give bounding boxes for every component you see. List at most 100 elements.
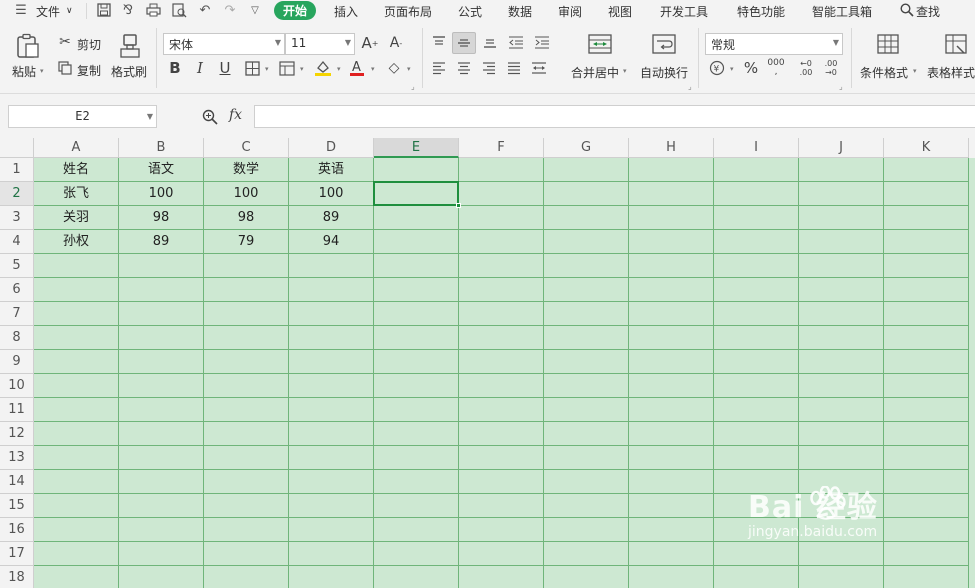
cell-b8[interactable] — [119, 326, 204, 350]
align-center-icon[interactable] — [455, 59, 473, 77]
cell-c9[interactable] — [204, 350, 289, 374]
cell-f3[interactable] — [459, 206, 544, 230]
cell-g12[interactable] — [544, 422, 629, 446]
cell-e3[interactable] — [374, 206, 459, 230]
cell-c16[interactable] — [204, 518, 289, 542]
cell-f18[interactable] — [459, 566, 544, 588]
format-painter-button[interactable]: 格式刷 — [111, 63, 147, 80]
fill-color-icon[interactable] — [314, 59, 332, 77]
cell-c4[interactable]: 79 — [204, 230, 289, 254]
cell-c14[interactable] — [204, 470, 289, 494]
cell-j2[interactable] — [799, 182, 884, 206]
cell-i18[interactable] — [714, 566, 799, 588]
column-header-c[interactable]: C — [204, 138, 289, 158]
cell-c13[interactable] — [204, 446, 289, 470]
cell-a8[interactable] — [34, 326, 119, 350]
cell-b7[interactable] — [119, 302, 204, 326]
cell-j9[interactable] — [799, 350, 884, 374]
cell-d1[interactable]: 英语 — [289, 158, 374, 182]
cell-c3[interactable]: 98 — [204, 206, 289, 230]
distributed-align-icon[interactable] — [530, 59, 548, 77]
cell-e18[interactable] — [374, 566, 459, 588]
cell-a12[interactable] — [34, 422, 119, 446]
fill-color-chevron-icon[interactable]: ▾ — [337, 65, 341, 73]
scissors-icon[interactable]: ✂ — [57, 34, 73, 50]
tab-smart-toolbox[interactable]: 智能工具箱 — [812, 3, 872, 20]
cell-d6[interactable] — [289, 278, 374, 302]
cell-k1[interactable] — [884, 158, 969, 182]
cell-e9[interactable] — [374, 350, 459, 374]
cell-g3[interactable] — [544, 206, 629, 230]
cell-f10[interactable] — [459, 374, 544, 398]
cell-e4[interactable] — [374, 230, 459, 254]
cell-a7[interactable] — [34, 302, 119, 326]
cell-k9[interactable] — [884, 350, 969, 374]
font-color-icon[interactable]: A — [348, 58, 366, 78]
cell-b2[interactable]: 100 — [119, 182, 204, 206]
cell-g7[interactable] — [544, 302, 629, 326]
italic-icon[interactable]: I — [191, 59, 209, 77]
cell-k14[interactable] — [884, 470, 969, 494]
conditional-format-icon[interactable] — [876, 33, 900, 55]
thousands-separator-icon[interactable]: 000, — [767, 58, 785, 78]
cell-e11[interactable] — [374, 398, 459, 422]
cell-f15[interactable] — [459, 494, 544, 518]
cell-a18[interactable] — [34, 566, 119, 588]
row-header-16[interactable]: 16 — [0, 518, 34, 542]
cell-c18[interactable] — [204, 566, 289, 588]
tab-page-layout[interactable]: 页面布局 — [384, 3, 432, 20]
cell-h2[interactable] — [629, 182, 714, 206]
cell-h5[interactable] — [629, 254, 714, 278]
cell-d2[interactable]: 100 — [289, 182, 374, 206]
currency-icon[interactable]: ¥ — [708, 59, 726, 77]
cell-g15[interactable] — [544, 494, 629, 518]
paste-button[interactable]: 粘贴 — [12, 63, 36, 80]
cell-style-icon[interactable] — [278, 59, 296, 77]
cell-i6[interactable] — [714, 278, 799, 302]
cell-b11[interactable] — [119, 398, 204, 422]
row-header-17[interactable]: 17 — [0, 542, 34, 566]
cell-i4[interactable] — [714, 230, 799, 254]
zoom-search-icon[interactable] — [201, 108, 219, 126]
row-header-2[interactable]: 2 — [0, 182, 34, 206]
row-header-12[interactable]: 12 — [0, 422, 34, 446]
row-header-8[interactable]: 8 — [0, 326, 34, 350]
decrease-decimal-icon[interactable]: .00 →0 — [820, 58, 842, 78]
cut-button[interactable]: 剪切 — [77, 36, 101, 53]
cell-f12[interactable] — [459, 422, 544, 446]
cell-c12[interactable] — [204, 422, 289, 446]
fx-insert-function-button[interactable]: fx — [229, 107, 242, 123]
table-style-icon[interactable] — [944, 33, 968, 55]
cell-f5[interactable] — [459, 254, 544, 278]
cell-h13[interactable] — [629, 446, 714, 470]
cell-g9[interactable] — [544, 350, 629, 374]
row-header-15[interactable]: 15 — [0, 494, 34, 518]
conditional-format-chevron-icon[interactable]: ▾ — [913, 67, 917, 75]
cell-j13[interactable] — [799, 446, 884, 470]
row-header-6[interactable]: 6 — [0, 278, 34, 302]
cell-f1[interactable] — [459, 158, 544, 182]
tab-review[interactable]: 审阅 — [558, 3, 582, 20]
cell-k3[interactable] — [884, 206, 969, 230]
cell-b10[interactable] — [119, 374, 204, 398]
merge-center-button[interactable]: 合并居中 — [571, 64, 619, 81]
row-header-14[interactable]: 14 — [0, 470, 34, 494]
cell-d8[interactable] — [289, 326, 374, 350]
cell-a3[interactable]: 关羽 — [34, 206, 119, 230]
cell-k5[interactable] — [884, 254, 969, 278]
file-chevron-down-icon[interactable]: ∨ — [66, 6, 73, 16]
column-header-d[interactable]: D — [289, 138, 374, 158]
cell-j18[interactable] — [799, 566, 884, 588]
cell-e8[interactable] — [374, 326, 459, 350]
paste-dropdown-chevron-icon[interactable]: ▾ — [40, 67, 44, 75]
cell-i9[interactable] — [714, 350, 799, 374]
cell-d16[interactable] — [289, 518, 374, 542]
cell-h17[interactable] — [629, 542, 714, 566]
cell-e16[interactable] — [374, 518, 459, 542]
cell-i5[interactable] — [714, 254, 799, 278]
cell-c2[interactable]: 100 — [204, 182, 289, 206]
row-header-18[interactable]: 18 — [0, 566, 34, 588]
underline-icon[interactable]: U — [216, 59, 234, 77]
column-header-e[interactable]: E — [374, 138, 459, 158]
cell-g4[interactable] — [544, 230, 629, 254]
